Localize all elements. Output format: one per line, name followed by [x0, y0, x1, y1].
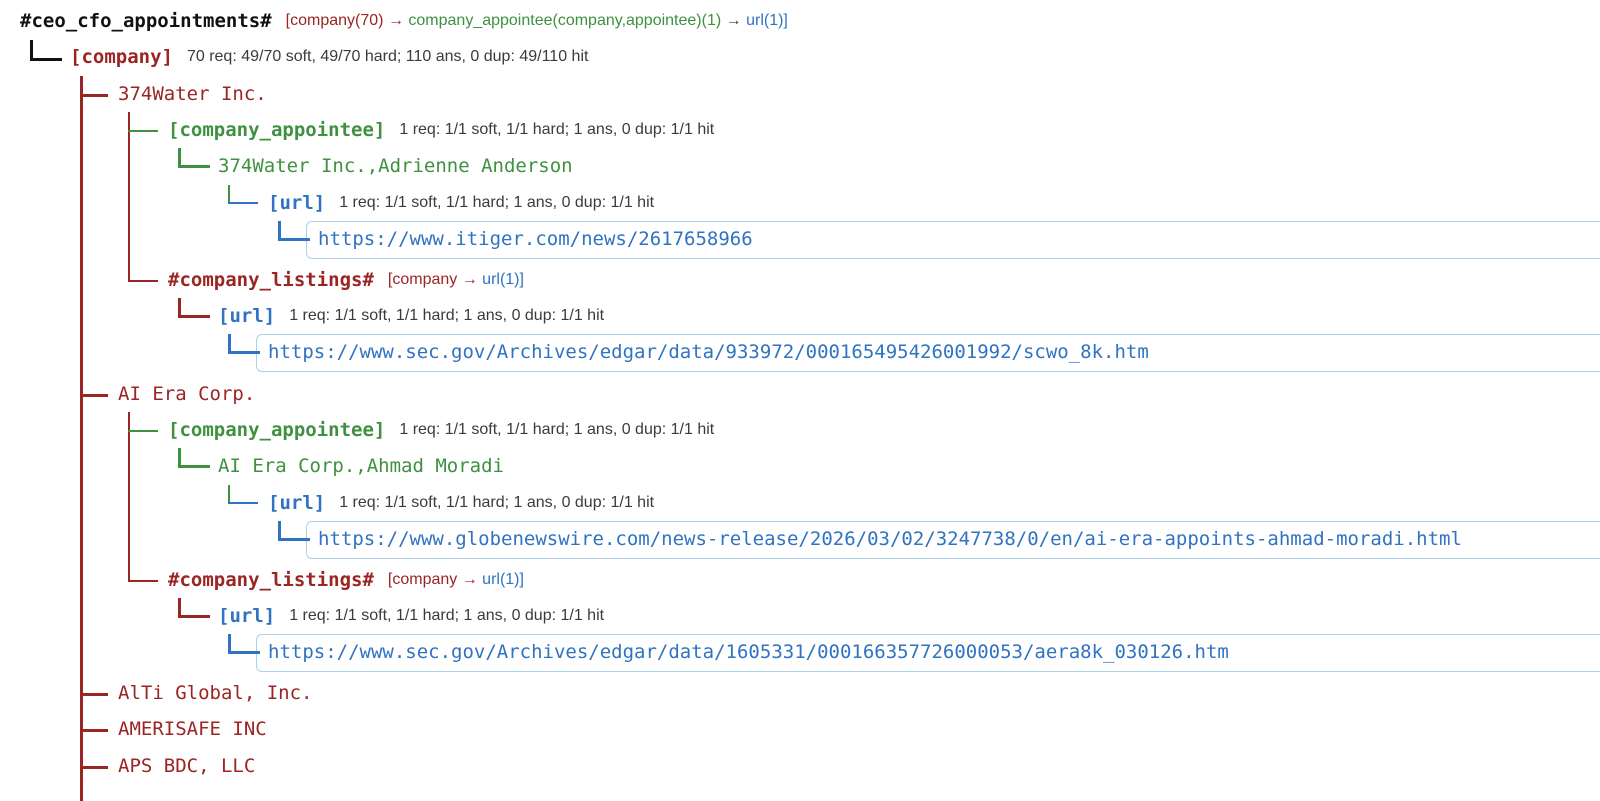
appointee-node-stats: 1 req: 1/1 soft, 1/1 hard; 1 ans, 0 dup:… [399, 421, 715, 438]
url-node-label: [url] [268, 192, 326, 214]
appointee-node-row[interactable]: [company_appointee] 1 req: 1/1 soft, 1/1… [168, 416, 714, 444]
listings-node-row[interactable]: #company_listings# [company → url(1)] [168, 266, 524, 294]
company-node-row[interactable]: [company] 70 req: 49/70 soft, 49/70 hard… [70, 43, 588, 71]
url-link[interactable]: https://www.sec.gov/Archives/edgar/data/… [268, 341, 1149, 363]
tree-connector [80, 766, 108, 769]
tree-connector [228, 651, 260, 654]
root-node-row[interactable]: #ceo_cfo_appointments# [company(70) → co… [20, 7, 788, 35]
tree-connector [178, 615, 210, 618]
tree-connector [128, 580, 158, 582]
company-item[interactable]: AI Era Corp. [118, 380, 255, 408]
url-node-label: [url] [268, 492, 326, 514]
listings-node-row[interactable]: #company_listings# [company → url(1)] [168, 566, 524, 594]
url-node-stats: 1 req: 1/1 soft, 1/1 hard; 1 ans, 0 dup:… [339, 194, 655, 211]
tree-connector [80, 693, 108, 696]
appointee-value: 374Water Inc.,Adrienne Anderson [218, 155, 573, 177]
listings-node-label: #company_listings# [168, 269, 374, 291]
url-link[interactable]: https://www.sec.gov/Archives/edgar/data/… [268, 641, 1229, 663]
tree-connector [128, 130, 158, 132]
appointee-node-stats: 1 req: 1/1 soft, 1/1 hard; 1 ans, 0 dup:… [399, 121, 715, 138]
url-node-row[interactable]: [url] 1 req: 1/1 soft, 1/1 hard; 1 ans, … [268, 489, 654, 517]
url-value-row[interactable]: https://www.globenewswire.com/news-relea… [318, 525, 1462, 553]
url-value-row[interactable]: https://www.sec.gov/Archives/edgar/data/… [268, 338, 1149, 366]
company-item[interactable]: APS BDC, LLC [118, 752, 255, 780]
tree-connector [178, 315, 210, 318]
tree-connector [128, 412, 130, 582]
tree-connector [80, 394, 108, 397]
appointee-node-row[interactable]: [company_appointee] 1 req: 1/1 soft, 1/1… [168, 116, 714, 144]
appointee-value: AI Era Corp.,Ahmad Moradi [218, 455, 504, 477]
company-item[interactable]: AMERISAFE INC [118, 715, 267, 743]
company-node-label: [company] [70, 46, 173, 68]
tree-connector [178, 465, 210, 468]
appointee-value-row[interactable]: AI Era Corp.,Ahmad Moradi [218, 452, 504, 480]
tree-connector [80, 94, 108, 97]
url-node-row[interactable]: [url] 1 req: 1/1 soft, 1/1 hard; 1 ans, … [218, 602, 604, 630]
company-name: AI Era Corp. [118, 383, 256, 405]
root-node-signature: [company(70) → company_appointee(company… [285, 12, 788, 29]
tree-connector [30, 58, 62, 61]
url-node-stats: 1 req: 1/1 soft, 1/1 hard; 1 ans, 0 dup:… [289, 307, 605, 324]
url-value-row[interactable]: https://www.sec.gov/Archives/edgar/data/… [268, 638, 1229, 666]
company-name: AlTi Global, Inc. [118, 682, 313, 704]
tree-connector [278, 238, 310, 241]
root-node-name: #ceo_cfo_appointments# [20, 10, 272, 32]
appointee-value-row[interactable]: 374Water Inc.,Adrienne Anderson [218, 152, 573, 180]
url-link[interactable]: https://www.globenewswire.com/news-relea… [318, 528, 1462, 550]
tree-connector [228, 502, 258, 504]
company-item[interactable]: 374Water Inc. [118, 80, 267, 108]
listings-node-label: #company_listings# [168, 569, 374, 591]
appointee-node-label: [company_appointee] [168, 419, 386, 441]
url-link[interactable]: https://www.itiger.com/news/2617658966 [318, 228, 753, 250]
tree-connector [128, 430, 158, 432]
tree-connector [278, 538, 310, 541]
company-name: AMERISAFE INC [118, 718, 267, 740]
company-node-stats: 70 req: 49/70 soft, 49/70 hard; 110 ans,… [186, 48, 589, 65]
tree-connector [128, 112, 130, 282]
url-node-stats: 1 req: 1/1 soft, 1/1 hard; 1 ans, 0 dup:… [289, 607, 605, 624]
company-name: APS BDC, LLC [118, 755, 256, 777]
company-item[interactable]: AlTi Global, Inc. [118, 679, 312, 707]
url-node-label: [url] [218, 605, 276, 627]
tree-connector [178, 165, 210, 168]
url-node-row[interactable]: [url] 1 req: 1/1 soft, 1/1 hard; 1 ans, … [218, 302, 604, 330]
url-node-label: [url] [218, 305, 276, 327]
listings-node-signature: [company → url(1)] [387, 571, 524, 588]
tree-connector [228, 351, 260, 354]
tree-connector [228, 202, 258, 204]
tree-connector [128, 280, 158, 282]
url-node-row[interactable]: [url] 1 req: 1/1 soft, 1/1 hard; 1 ans, … [268, 189, 654, 217]
listings-node-signature: [company → url(1)] [387, 271, 524, 288]
appointee-node-label: [company_appointee] [168, 119, 386, 141]
url-value-row[interactable]: https://www.itiger.com/news/2617658966 [318, 225, 753, 253]
tree-connector [80, 729, 108, 732]
company-name: 374Water Inc. [118, 83, 267, 105]
url-node-stats: 1 req: 1/1 soft, 1/1 hard; 1 ans, 0 dup:… [339, 494, 655, 511]
